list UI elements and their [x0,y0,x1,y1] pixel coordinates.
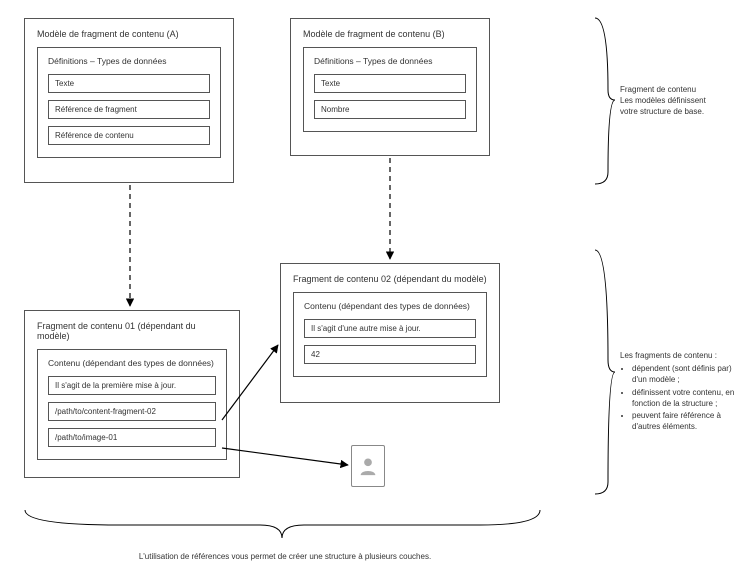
annot-bottom-item: définissent votre contenu, en fonction d… [632,387,745,409]
fragment-01-card: Fragment de contenu 01 (dépendant du mod… [24,310,240,478]
fragment-01-content-title: Contenu (dépendant des types de données) [48,358,216,368]
field-item: /path/to/content-fragment-02 [48,402,216,421]
annot-top-line3: votre structure de base. [620,106,740,117]
model-a-title: Modèle de fragment de contenu (A) [37,29,221,39]
field-item: Texte [314,74,466,93]
user-icon [357,452,379,480]
field-item: Référence de fragment [48,100,210,119]
fragment-02-content: Contenu (dépendant des types de données)… [293,292,487,377]
annot-bottom-heading: Les fragments de contenu : [620,350,745,361]
fragment-02-title: Fragment de contenu 02 (dépendant du mod… [293,274,487,284]
image-placeholder [351,445,385,487]
field-item: Il s'agit d'une autre mise à jour. [304,319,476,338]
model-b-card: Modèle de fragment de contenu (B) Défini… [290,18,490,156]
fragment-02-card: Fragment de contenu 02 (dépendant du mod… [280,263,500,403]
annotation-models: Fragment de contenu Les modèles définiss… [620,84,740,118]
arrow-to-image [222,448,348,465]
bottom-caption: L'utilisation de références vous permet … [110,552,460,561]
field-item: 42 [304,345,476,364]
annot-bottom-item: peuvent faire référence à d'autres éléme… [632,410,745,432]
field-item: Nombre [314,100,466,119]
fragment-01-content: Contenu (dépendant des types de données)… [37,349,227,460]
model-b-definitions: Définitions – Types de données Texte Nom… [303,47,477,132]
annot-top-line1: Fragment de contenu [620,84,740,95]
model-a-card: Modèle de fragment de contenu (A) Défini… [24,18,234,183]
model-b-title: Modèle de fragment de contenu (B) [303,29,477,39]
annot-bottom-item: dépendent (sont définis par) d'un modèle… [632,363,745,385]
annot-top-line2: Les modèles définissent [620,95,740,106]
field-item: Référence de contenu [48,126,210,145]
field-item: Il s'agit de la première mise à jour. [48,376,216,395]
field-item: Texte [48,74,210,93]
model-a-definitions-title: Définitions – Types de données [48,56,210,66]
field-item: /path/to/image-01 [48,428,216,447]
bracket-bottom [595,250,615,494]
brace-bottom [25,510,540,538]
fragment-02-content-title: Contenu (dépendant des types de données) [304,301,476,311]
annotation-fragments: Les fragments de contenu : dépendent (so… [620,350,745,433]
bracket-top [595,18,615,184]
fragment-01-title: Fragment de contenu 01 (dépendant du mod… [37,321,227,341]
model-b-definitions-title: Définitions – Types de données [314,56,466,66]
model-a-definitions: Définitions – Types de données Texte Réf… [37,47,221,158]
